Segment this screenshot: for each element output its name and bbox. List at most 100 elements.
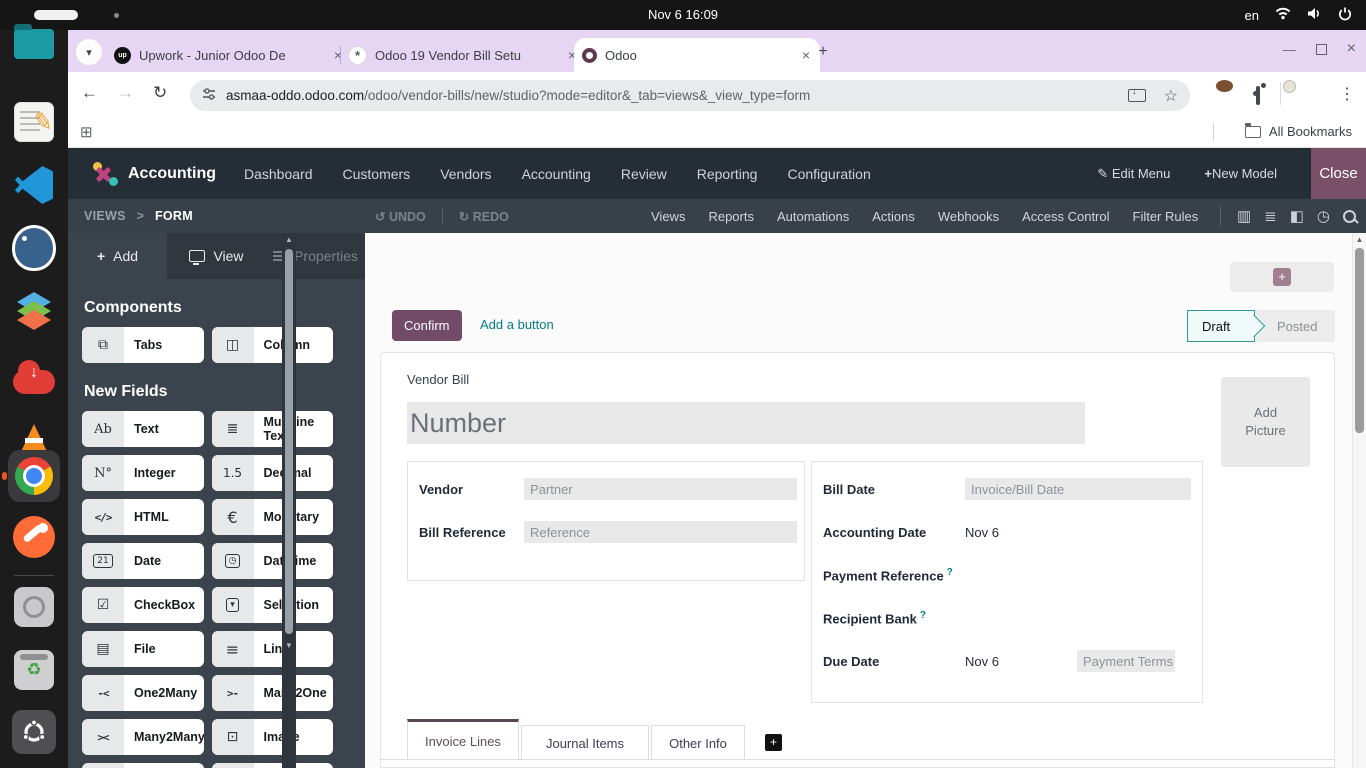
status-posted[interactable]: Posted: [1255, 310, 1335, 342]
vscode-app-icon[interactable]: [12, 163, 56, 207]
studio-menu-filter-rules[interactable]: Filter Rules: [1133, 209, 1199, 224]
scroll-up-arrow[interactable]: ▲: [282, 235, 296, 244]
new-field-html[interactable]: </> HTML: [82, 499, 204, 535]
component-column[interactable]: ◫Column: [211, 327, 333, 363]
address-bar[interactable]: asmaa-oddo.odoo.com/odoo/vendor-bills/ne…: [190, 80, 1190, 111]
add-status-container[interactable]: +: [1230, 262, 1334, 292]
tab-other-info[interactable]: Other Info: [651, 725, 745, 760]
sidebar-scrollbar[interactable]: ▲ ▼: [282, 233, 296, 768]
postman-app-icon[interactable]: [12, 515, 56, 559]
bookmark-star-icon[interactable]: ☆: [1164, 86, 1178, 106]
kanban-view-icon[interactable]: ◧: [1290, 207, 1304, 225]
studio-menu-automations[interactable]: Automations: [777, 209, 849, 224]
add-status-plus-icon[interactable]: +: [1273, 268, 1291, 286]
disks-app-icon[interactable]: [12, 585, 56, 629]
new-field-one2many[interactable]: -< One2Many: [82, 675, 204, 711]
apps-grid-icon[interactable]: ⊞: [80, 123, 93, 141]
studio-menu-access-control[interactable]: Access Control: [1022, 209, 1109, 224]
power-icon[interactable]: [1338, 7, 1352, 24]
help-icon[interactable]: ?: [947, 567, 953, 578]
scrollbar-thumb[interactable]: [285, 249, 293, 634]
postgresql-app-icon[interactable]: [12, 225, 56, 271]
tab-invoice-lines[interactable]: Invoice Lines: [407, 719, 519, 760]
text-editor-app-icon[interactable]: [12, 100, 56, 144]
forward-button[interactable]: →: [117, 83, 134, 103]
tab-journal-items[interactable]: Journal Items: [521, 725, 649, 760]
confirm-button[interactable]: Confirm: [392, 310, 462, 341]
search-icon[interactable]: [1343, 209, 1356, 223]
new-field-tags[interactable]: ⚑Tags: [82, 763, 204, 768]
help-icon[interactable]: ?: [920, 610, 926, 621]
site-settings-icon[interactable]: [202, 87, 216, 104]
cloud-download-app-icon[interactable]: [12, 355, 56, 399]
menu-customers[interactable]: Customers: [343, 166, 411, 182]
scrollbar-thumb[interactable]: [1355, 248, 1364, 433]
accounting-date-value[interactable]: Nov 6: [965, 525, 999, 540]
status-draft[interactable]: Draft: [1187, 310, 1255, 342]
all-bookmarks-button[interactable]: All Bookmarks: [1244, 122, 1352, 139]
new-field-lines[interactable]: ≡ Lines: [211, 631, 333, 667]
vendor-input[interactable]: Partner: [524, 478, 797, 500]
new-tab-button[interactable]: +: [813, 42, 833, 62]
new-field-monetary[interactable]: €Monetary: [211, 499, 333, 535]
files-app-icon[interactable]: [12, 22, 56, 66]
new-field-decimal[interactable]: 1.5Decimal: [211, 455, 333, 491]
breadcrumb-form[interactable]: FORM: [155, 209, 193, 223]
activity-view-icon[interactable]: ◷: [1317, 207, 1330, 225]
sidebar-tab-view[interactable]: View: [167, 233, 266, 279]
new-field-many2one[interactable]: >-Many2One: [211, 675, 333, 711]
keyboard-layout[interactable]: en: [1245, 8, 1259, 23]
right-field-group[interactable]: Bill Date Invoice/Bill Date Accounting D…: [811, 461, 1203, 703]
sidebar-tab-add[interactable]: + Add: [68, 233, 167, 279]
add-tab-button[interactable]: +: [765, 734, 782, 751]
tab-odoo-docs[interactable]: * Odoo 19 Vendor Bill Setu ×: [340, 38, 586, 72]
app-name[interactable]: Accounting: [128, 165, 216, 183]
component-tabs[interactable]: ⧉ Tabs: [82, 327, 204, 363]
new-field-integer[interactable]: N° Integer: [82, 455, 204, 491]
left-field-group[interactable]: Vendor Partner Bill Reference Reference: [407, 461, 805, 581]
menu-configuration[interactable]: Configuration: [787, 166, 870, 182]
ubuntu-apps-icon[interactable]: [12, 710, 56, 754]
reload-button[interactable]: ↻: [153, 83, 167, 103]
list-view-icon[interactable]: ≣: [1264, 207, 1277, 225]
new-field-multiline-text[interactable]: ≣Multiline Text: [211, 411, 333, 447]
url-text[interactable]: asmaa-oddo.odoo.com/odoo/vendor-bills/ne…: [226, 88, 810, 103]
odoo-studio-logo[interactable]: [92, 161, 118, 186]
trash-icon[interactable]: ♻: [12, 648, 56, 692]
window-minimize-button[interactable]: —: [1283, 42, 1296, 57]
studio-menu-webhooks[interactable]: Webhooks: [938, 209, 999, 224]
new-field-file[interactable]: ▤ File: [82, 631, 204, 667]
new-field-date[interactable]: 21 Date: [82, 543, 204, 579]
new-field-many2many[interactable]: >< Many2Many: [82, 719, 204, 755]
install-app-icon[interactable]: [1127, 86, 1146, 102]
chrome-app-icon[interactable]: [8, 450, 60, 502]
studio-close-button[interactable]: Close: [1311, 148, 1366, 199]
scroll-down-arrow[interactable]: ▼: [282, 641, 296, 650]
edit-menu-button[interactable]: ✎ Edit Menu: [1097, 166, 1170, 182]
sidebar-tab-properties[interactable]: Properties: [266, 233, 365, 279]
menu-vendors[interactable]: Vendors: [440, 166, 491, 182]
extensions-puzzle-icon[interactable]: [1256, 86, 1260, 105]
undo-button[interactable]: ↺ UNDO: [375, 209, 426, 224]
form-view-icon[interactable]: ▥: [1237, 207, 1251, 225]
new-field-selection[interactable]: ▾Selection: [211, 587, 333, 623]
menu-accounting[interactable]: Accounting: [522, 166, 591, 182]
payment-terms-input[interactable]: Payment Terms: [1077, 650, 1175, 672]
window-close-button[interactable]: ×: [1347, 40, 1356, 58]
due-date-value[interactable]: Nov 6: [965, 654, 999, 669]
layers-app-icon[interactable]: [12, 290, 56, 334]
new-field-priority[interactable]: ⚐Priority: [211, 763, 333, 768]
add-picture-box[interactable]: Add Picture: [1221, 377, 1310, 467]
breadcrumb-views[interactable]: VIEWS: [84, 209, 126, 223]
studio-menu-actions[interactable]: Actions: [872, 209, 915, 224]
menu-reporting[interactable]: Reporting: [697, 166, 758, 182]
tab-odoo-active[interactable]: Odoo ×: [574, 38, 820, 72]
menu-review[interactable]: Review: [621, 166, 667, 182]
new-field-datetime[interactable]: ◷Datetime: [211, 543, 333, 579]
system-clock[interactable]: Nov 6 16:09: [0, 7, 1366, 22]
new-model-button[interactable]: +New Model: [1204, 166, 1277, 181]
add-a-button-link[interactable]: Add a button: [480, 317, 554, 332]
new-field-checkbox[interactable]: ☑ CheckBox: [82, 587, 204, 623]
redo-button[interactable]: ↻ REDO: [459, 209, 509, 224]
back-button[interactable]: ←: [81, 83, 98, 103]
